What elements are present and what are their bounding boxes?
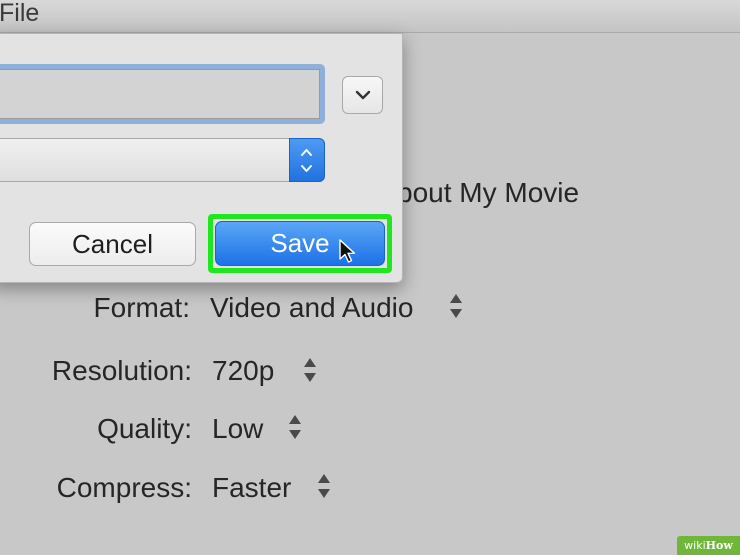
project-title-text: bout My Movie: [397, 177, 580, 208]
compress-value[interactable]: Faster: [212, 472, 291, 504]
wikihow-watermark: wikiHow: [677, 536, 740, 555]
format-stepper-icon[interactable]: [449, 291, 463, 321]
mouse-pointer-icon: [339, 239, 356, 263]
compress-stepper-icon[interactable]: [317, 471, 331, 501]
up-down-arrows-icon[interactable]: [289, 138, 325, 182]
chevron-down-icon: [301, 165, 312, 172]
resolution-label: Resolution:: [51, 355, 192, 386]
cancel-button[interactable]: Cancel: [29, 222, 196, 266]
watermark-text: wikiHow: [684, 539, 733, 552]
location-popup[interactable]: [0, 138, 325, 182]
format-value[interactable]: Video and Audio: [210, 292, 413, 324]
quality-value[interactable]: Low: [212, 413, 263, 445]
window-titlebar: File: [0, 0, 740, 33]
window-title: File: [0, 0, 40, 27]
file-name-field[interactable]: [0, 64, 325, 124]
chevron-up-icon: [301, 149, 312, 156]
file-name-input[interactable]: [0, 69, 320, 119]
expand-button[interactable]: [342, 76, 383, 114]
chevron-down-icon: [355, 90, 370, 100]
resolution-value[interactable]: 720p: [212, 355, 274, 387]
format-label: Format:: [93, 292, 190, 323]
compress-label: Compress:: [56, 472, 192, 503]
save-button[interactable]: Save: [215, 221, 385, 266]
resolution-stepper-icon[interactable]: [303, 355, 317, 385]
quality-label: Quality:: [97, 413, 192, 444]
quality-stepper-icon[interactable]: [288, 412, 302, 442]
